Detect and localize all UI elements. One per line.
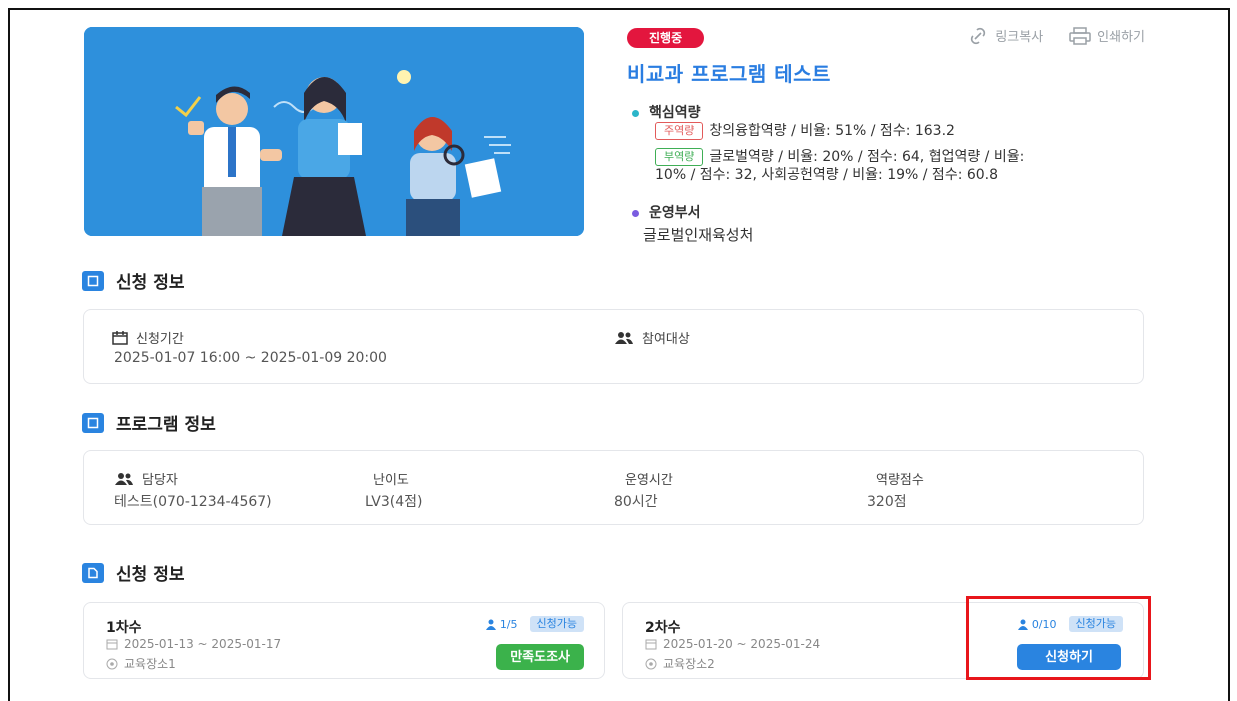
- print-button[interactable]: 인쇄하기: [1069, 26, 1145, 45]
- sessions-title: 신청 정보: [116, 565, 185, 585]
- difficulty-label: 난이도: [373, 473, 409, 488]
- purple-dot-icon: [632, 209, 639, 217]
- session-dates-row: 2025-01-13 ~ 2025-01-17: [106, 637, 281, 651]
- highlight-box: [966, 596, 1151, 680]
- session-place: 교육장소1: [124, 657, 176, 671]
- calendar-icon: [645, 639, 657, 650]
- location-icon: [106, 658, 118, 669]
- link-icon: [971, 27, 986, 44]
- main-competency-text: 창의융합역량 / 비율: 51% / 점수: 163.2: [709, 123, 955, 139]
- printer-icon: [1069, 26, 1091, 45]
- session-dates-row: 2025-01-20 ~ 2025-01-24: [645, 637, 820, 651]
- target-label: 참여대상: [642, 332, 690, 347]
- program-title: 비교과 프로그램 테스트: [627, 62, 831, 86]
- bookmark-icon: [82, 412, 104, 433]
- cyan-dot-icon: [632, 109, 639, 117]
- sub-competency-row: 부역량 글로벌역량 / 비율: 20% / 점수: 64, 협업역량 / 비율:: [655, 147, 1024, 167]
- department-heading: 운영부서: [649, 205, 701, 221]
- main-competency-row: 주역량 창의융합역량 / 비율: 51% / 점수: 163.2: [655, 121, 955, 141]
- manager-value: 테스트(070-1234-4567): [114, 494, 272, 510]
- sub-competency-text-2: 10% / 점수: 32, 사회공헌역량 / 비율: 19% / 점수: 60.…: [655, 167, 999, 183]
- status-badge: 진행중: [627, 28, 705, 48]
- department-value: 글로벌인재육성처: [643, 226, 754, 244]
- program-info-title: 프로그램 정보: [116, 415, 216, 435]
- manager-label-row: 담당자: [114, 469, 178, 488]
- sessions-section-title: 신청 정보: [82, 560, 184, 585]
- main-competency-tag: 주역량: [655, 122, 704, 140]
- top-actions: 링크복사 인쇄하기: [967, 26, 1145, 45]
- users-icon: [115, 472, 133, 485]
- session-place-row: 교육장소2: [645, 655, 715, 672]
- copy-link-label: 링크복사: [995, 30, 1044, 45]
- competency-heading-row: 핵심역량: [632, 102, 701, 122]
- availability-badge: 신청가능: [529, 616, 584, 632]
- department-heading-row: 운영부서: [632, 202, 701, 222]
- session-dates: 2025-01-13 ~ 2025-01-17: [124, 637, 282, 651]
- hours-label: 운영시간: [625, 473, 673, 488]
- competency-heading: 핵심역량: [649, 105, 701, 121]
- difficulty-value: LV3(4점): [365, 494, 423, 510]
- bookmark-icon: [82, 270, 104, 291]
- hours-value: 80시간: [614, 494, 658, 510]
- program-info-section-title: 프로그램 정보: [82, 410, 216, 435]
- apply-info-section-title: 신청 정보: [82, 268, 184, 293]
- location-icon: [645, 658, 657, 669]
- session-count: 1/5: [485, 618, 518, 631]
- manager-label: 담당자: [142, 473, 178, 488]
- score-value: 320점: [867, 494, 907, 510]
- copy-link-button[interactable]: 링크복사: [967, 26, 1043, 45]
- target-label-row: 참여대상: [614, 328, 690, 347]
- program-info-card: 담당자 테스트(070-1234-4567) 난이도 LV3(4점) 운영시간 …: [83, 450, 1144, 525]
- program-thumbnail: [84, 27, 584, 236]
- session-place: 교육장소2: [663, 657, 715, 671]
- survey-button[interactable]: 만족도조사: [496, 644, 584, 670]
- period-label-row: 신청기간: [112, 328, 184, 347]
- session-name: 1차수: [106, 620, 142, 636]
- session-dates: 2025-01-20 ~ 2025-01-24: [663, 637, 821, 651]
- document-icon: [82, 562, 104, 583]
- period-value: 2025-01-07 16:00 ~ 2025-01-09 20:00: [114, 350, 387, 366]
- period-label: 신청기간: [136, 332, 184, 347]
- sub-competency-tag: 부역량: [655, 148, 704, 166]
- apply-info-card: 신청기간 2025-01-07 16:00 ~ 2025-01-09 20:00…: [83, 309, 1144, 384]
- session-card-1: 1차수 2025-01-13 ~ 2025-01-17 교육장소1 1/5 신청…: [83, 602, 605, 679]
- apply-info-title: 신청 정보: [116, 273, 185, 293]
- score-label: 역량점수: [876, 473, 924, 488]
- session-name: 2차수: [645, 620, 681, 636]
- session-place-row: 교육장소1: [106, 655, 176, 672]
- print-label: 인쇄하기: [1097, 30, 1145, 45]
- person-icon: [485, 619, 496, 630]
- calendar-icon: [106, 639, 118, 650]
- users-icon: [615, 331, 633, 344]
- calendar-icon: [112, 331, 128, 345]
- session-count-text: 1/5: [499, 617, 518, 631]
- sub-competency-text-1: 글로벌역량 / 비율: 20% / 점수: 64, 협업역량 / 비율:: [709, 149, 1025, 165]
- session-status-row: 1/5 신청가능: [485, 616, 584, 632]
